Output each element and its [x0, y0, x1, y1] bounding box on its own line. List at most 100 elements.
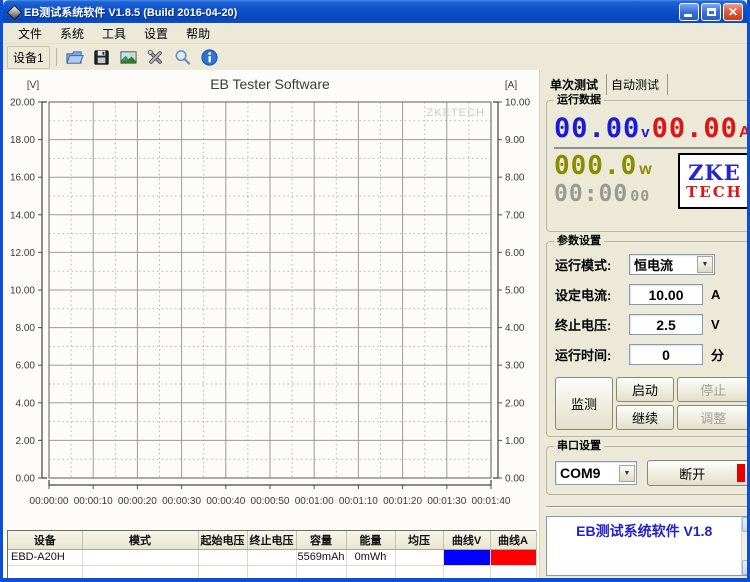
parameter-settings-label: 参数设置: [554, 235, 604, 248]
close-icon: ✕: [728, 6, 738, 18]
start-button[interactable]: 启动: [616, 377, 674, 402]
set-current-input[interactable]: [629, 284, 703, 305]
run-time-label: 运行时间:: [555, 345, 629, 364]
chevron-down-icon[interactable]: ▼: [619, 465, 635, 482]
device-tab-button[interactable]: 设备1: [7, 46, 50, 69]
run-mode-label: 运行模式:: [555, 255, 629, 274]
voltage-unit: v: [641, 124, 649, 141]
adjust-button[interactable]: 调整: [677, 405, 747, 430]
minimize-icon: [684, 14, 692, 17]
menu-file[interactable]: 文件: [9, 23, 51, 44]
svg-text:8.00: 8.00: [505, 173, 525, 184]
toolbar-separator: [56, 48, 57, 66]
close-button[interactable]: ✕: [723, 3, 743, 21]
svg-text:EB Tester Software: EB Tester Software: [210, 76, 330, 92]
curve-v-cell: [443, 549, 490, 565]
zketech-logo: ZKE TECH: [678, 153, 747, 209]
table-row[interactable]: EBD-A20H5569mAh0mWh: [8, 549, 536, 565]
scroll-up-icon[interactable]: ▲: [742, 517, 747, 532]
table-cell: [247, 549, 296, 565]
table-header-cell[interactable]: 设备: [8, 531, 82, 549]
table-header-cell[interactable]: 曲线V: [443, 531, 490, 549]
table-cell: [247, 565, 296, 578]
table-cell: [346, 565, 395, 578]
cutoff-voltage-input[interactable]: [629, 314, 703, 335]
run-data-group: 运行数据 00.00 v 00.00 A 000.0 w 00:: [546, 100, 747, 232]
image-button[interactable]: [117, 45, 141, 69]
set-current-unit: A: [711, 287, 720, 302]
chart-panel: 20.0010.0018.009.0016.008.0014.007.0012.…: [3, 70, 540, 578]
control-panel: 单次测试 自动测试 运行数据 00.00 v 00.00 A 000.0: [540, 70, 747, 578]
monitor-button[interactable]: 监测: [555, 377, 613, 430]
svg-text:8.00: 8.00: [16, 323, 36, 334]
info-icon: [200, 48, 219, 67]
table-header-cell[interactable]: 曲线A: [490, 531, 536, 549]
menu-tools[interactable]: 工具: [93, 23, 135, 44]
run-mode-dropdown[interactable]: 恒电流 ▼: [629, 254, 715, 275]
continue-button[interactable]: 继续: [616, 405, 674, 430]
run-time-input[interactable]: [629, 344, 703, 365]
stop-button[interactable]: 停止: [677, 377, 747, 402]
message-log: EB测试系统软件 V1.8 ▲ ▼: [546, 516, 747, 576]
menu-bar: 文件 系统 工具 设置 帮助: [3, 23, 747, 44]
test-mode-tabs: 单次测试 自动测试: [546, 74, 747, 94]
save-button[interactable]: [90, 45, 114, 69]
tab-single-test[interactable]: 单次测试: [546, 74, 607, 95]
table-header-cell[interactable]: 模式: [82, 531, 198, 549]
table-cell: [395, 549, 443, 565]
info-button[interactable]: [198, 45, 222, 69]
table-header-cell[interactable]: 容量: [296, 531, 346, 549]
table-cell: [198, 565, 247, 578]
svg-text:00:00:10: 00:00:10: [74, 496, 113, 507]
svg-text:14.00: 14.00: [10, 210, 35, 221]
title-bar: EB测试系统软件 V1.8.5 (Build 2016-04-20) ✕: [3, 0, 747, 23]
svg-text:00:01:40: 00:01:40: [472, 496, 511, 507]
open-folder-icon: [65, 48, 84, 67]
svg-text:[V]: [V]: [27, 80, 39, 91]
curve-a-cell: [490, 549, 536, 565]
svg-text:2.00: 2.00: [16, 436, 36, 447]
svg-text:00:01:30: 00:01:30: [427, 496, 466, 507]
table-header-cell[interactable]: 起始电压: [198, 531, 247, 549]
disconnect-button[interactable]: 断开: [647, 460, 747, 486]
svg-text:5.00: 5.00: [505, 286, 525, 297]
svg-text:[A]: [A]: [505, 80, 517, 91]
search-button[interactable]: [171, 45, 195, 69]
message-scrollbar[interactable]: ▲ ▼: [741, 517, 747, 575]
disconnect-label: 断开: [679, 464, 705, 483]
set-current-label: 设定电流:: [555, 285, 629, 304]
table-header-cell[interactable]: 均压: [395, 531, 443, 549]
minimize-button[interactable]: [679, 3, 699, 21]
svg-text:4.00: 4.00: [505, 323, 525, 334]
chevron-down-icon[interactable]: ▼: [697, 256, 713, 273]
menu-help[interactable]: 帮助: [177, 23, 219, 44]
menu-system[interactable]: 系统: [51, 23, 93, 44]
svg-text:9.00: 9.00: [505, 135, 525, 146]
cutoff-voltage-label: 终止电压:: [555, 315, 629, 334]
tab-auto-test[interactable]: 自动测试: [607, 74, 668, 95]
power-unit: w: [639, 161, 651, 179]
svg-text:4.00: 4.00: [16, 398, 36, 409]
serial-settings-label: 串口设置: [554, 440, 604, 453]
table-header-cell[interactable]: 能量: [346, 531, 395, 549]
scroll-down-icon[interactable]: ▼: [742, 560, 747, 575]
open-folder-button[interactable]: [63, 45, 87, 69]
tools-button[interactable]: [144, 45, 168, 69]
menu-settings[interactable]: 设置: [135, 23, 177, 44]
svg-text:00:00:00: 00:00:00: [30, 496, 69, 507]
table-row[interactable]: [8, 565, 536, 578]
logo-line1: ZKE: [688, 162, 741, 184]
com-port-dropdown[interactable]: COM9 ▼: [555, 461, 637, 485]
run-data-label: 运行数据: [554, 94, 604, 107]
svg-text:16.00: 16.00: [10, 173, 35, 184]
panel-divider: [546, 506, 747, 508]
time-display: 00:00: [554, 181, 628, 207]
table-header-cell[interactable]: 终止电压: [247, 531, 296, 549]
svg-text:00:00:50: 00:00:50: [251, 496, 290, 507]
current-unit: A: [739, 124, 747, 142]
app-icon: [7, 5, 20, 18]
display-divider: [554, 147, 747, 149]
maximize-button[interactable]: [701, 3, 721, 21]
svg-text:00:01:00: 00:01:00: [295, 496, 334, 507]
svg-text:12.00: 12.00: [10, 248, 35, 259]
